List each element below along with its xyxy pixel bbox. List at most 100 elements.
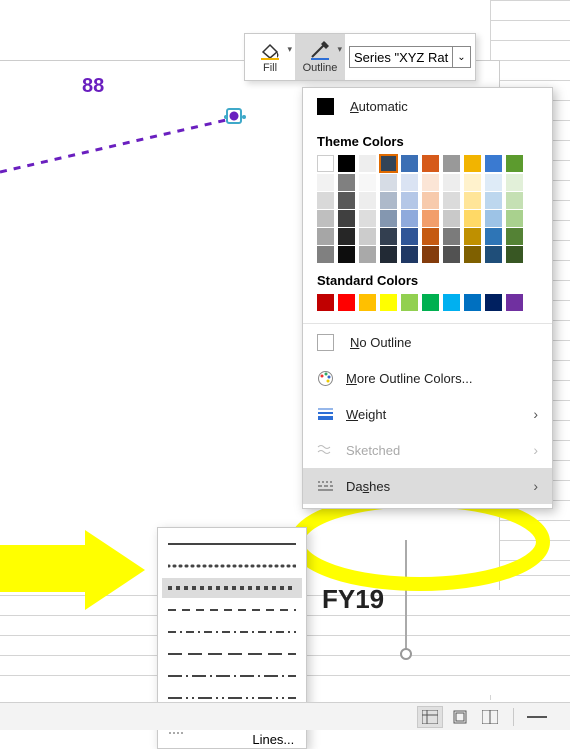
theme-tint-swatch[interactable] [443, 210, 460, 227]
standard-color-swatch[interactable] [464, 294, 481, 311]
dash-square-dot[interactable] [162, 578, 302, 598]
theme-tint-swatch[interactable] [317, 192, 334, 209]
theme-tint-swatch[interactable] [422, 228, 439, 245]
theme-tint-swatch[interactable] [422, 174, 439, 191]
theme-color-swatch[interactable] [359, 155, 376, 172]
theme-color-swatch[interactable] [464, 155, 481, 172]
theme-tint-swatch[interactable] [359, 192, 376, 209]
theme-tint-swatch[interactable] [506, 228, 523, 245]
theme-color-swatch[interactable] [506, 155, 523, 172]
dash-long-dash-dot[interactable] [168, 666, 296, 686]
theme-color-swatch[interactable] [338, 155, 355, 172]
theme-tint-swatch[interactable] [422, 210, 439, 227]
theme-tint-swatch[interactable] [380, 228, 397, 245]
theme-tint-swatch[interactable] [401, 228, 418, 245]
dash-dash[interactable] [168, 600, 296, 620]
theme-tint-swatch[interactable] [485, 228, 502, 245]
series-name-field[interactable]: Series "XYZ Rat [349, 46, 453, 68]
theme-tint-swatch[interactable] [338, 210, 355, 227]
view-page-break-button[interactable] [477, 706, 503, 728]
chevron-right-icon: › [533, 442, 538, 458]
outline-label: Outline [303, 62, 338, 74]
theme-tint-swatch[interactable] [317, 210, 334, 227]
theme-tint-swatch[interactable] [506, 174, 523, 191]
theme-tint-swatch[interactable] [422, 246, 439, 263]
view-normal-button[interactable] [417, 706, 443, 728]
theme-tint-swatch[interactable] [359, 210, 376, 227]
theme-tint-swatch[interactable] [422, 192, 439, 209]
selected-data-point[interactable] [226, 108, 242, 124]
standard-color-swatch[interactable] [506, 294, 523, 311]
theme-tint-swatch[interactable] [359, 246, 376, 263]
fill-label: Fill [263, 62, 277, 74]
theme-color-swatch[interactable] [317, 155, 334, 172]
zoom-out-button[interactable] [524, 706, 550, 728]
standard-color-swatch[interactable] [443, 294, 460, 311]
dash-solid[interactable] [168, 534, 296, 554]
theme-tint-swatch[interactable] [359, 228, 376, 245]
theme-tint-swatch[interactable] [443, 246, 460, 263]
theme-tint-swatch[interactable] [464, 228, 481, 245]
theme-tint-swatch[interactable] [485, 246, 502, 263]
series-line[interactable] [0, 100, 240, 180]
theme-tint-swatch[interactable] [317, 174, 334, 191]
theme-color-swatch[interactable] [380, 155, 397, 172]
theme-tint-swatch[interactable] [485, 192, 502, 209]
series-selector[interactable]: Series "XYZ Rat ⌄ [345, 34, 475, 80]
theme-tint-swatch[interactable] [338, 174, 355, 191]
axis-category-label[interactable]: FY19 [322, 584, 384, 615]
theme-tint-swatch[interactable] [485, 174, 502, 191]
theme-tint-swatch[interactable] [380, 210, 397, 227]
theme-tint-swatch[interactable] [506, 192, 523, 209]
mini-toolbar: ▾ Fill ▾ Outline Series "XYZ Rat ⌄ [244, 33, 476, 81]
theme-tint-swatch[interactable] [401, 246, 418, 263]
theme-tint-swatch[interactable] [485, 210, 502, 227]
standard-color-swatch[interactable] [317, 294, 334, 311]
theme-tint-swatch[interactable] [401, 210, 418, 227]
standard-color-swatch[interactable] [485, 294, 502, 311]
theme-tint-swatch[interactable] [464, 192, 481, 209]
standard-color-swatch[interactable] [338, 294, 355, 311]
theme-tint-swatch[interactable] [380, 192, 397, 209]
theme-tint-swatch[interactable] [506, 210, 523, 227]
theme-tint-swatch[interactable] [464, 246, 481, 263]
theme-color-swatch[interactable] [401, 155, 418, 172]
standard-color-swatch[interactable] [401, 294, 418, 311]
weight-item[interactable]: Weight › [303, 396, 552, 432]
data-label[interactable]: 88 [82, 75, 104, 98]
dash-dash-dot[interactable] [168, 622, 296, 642]
theme-tint-swatch[interactable] [338, 192, 355, 209]
theme-tint-swatch[interactable] [317, 228, 334, 245]
no-outline-item[interactable]: No Outline [303, 324, 552, 360]
theme-tint-swatch[interactable] [317, 246, 334, 263]
outline-button[interactable]: ▾ Outline [295, 34, 345, 80]
theme-tint-swatch[interactable] [464, 210, 481, 227]
theme-tint-swatch[interactable] [380, 174, 397, 191]
theme-color-swatch[interactable] [485, 155, 502, 172]
theme-tint-swatch[interactable] [443, 192, 460, 209]
theme-color-swatch[interactable] [422, 155, 439, 172]
theme-tint-swatch[interactable] [401, 174, 418, 191]
theme-color-swatch[interactable] [443, 155, 460, 172]
standard-color-swatch[interactable] [359, 294, 376, 311]
fill-button[interactable]: ▾ Fill [245, 34, 295, 80]
automatic-item[interactable]: Automatic [303, 88, 552, 124]
more-outline-colors-item[interactable]: More Outline Colors... [303, 360, 552, 396]
theme-tint-swatch[interactable] [464, 174, 481, 191]
dash-round-dot[interactable] [168, 556, 296, 576]
view-page-layout-button[interactable] [447, 706, 473, 728]
theme-tint-swatch[interactable] [506, 246, 523, 263]
axis-marker[interactable] [400, 648, 412, 660]
theme-tint-swatch[interactable] [401, 192, 418, 209]
theme-tint-swatch[interactable] [359, 174, 376, 191]
standard-color-swatch[interactable] [380, 294, 397, 311]
theme-tint-swatch[interactable] [380, 246, 397, 263]
theme-tint-swatch[interactable] [443, 174, 460, 191]
theme-tint-swatch[interactable] [443, 228, 460, 245]
dash-long-dash[interactable] [168, 644, 296, 664]
theme-tint-swatch[interactable] [338, 228, 355, 245]
dashes-item[interactable]: Dashes › [303, 468, 552, 504]
standard-color-swatch[interactable] [422, 294, 439, 311]
theme-tint-swatch[interactable] [338, 246, 355, 263]
series-dropdown-caret[interactable]: ⌄ [453, 46, 471, 68]
